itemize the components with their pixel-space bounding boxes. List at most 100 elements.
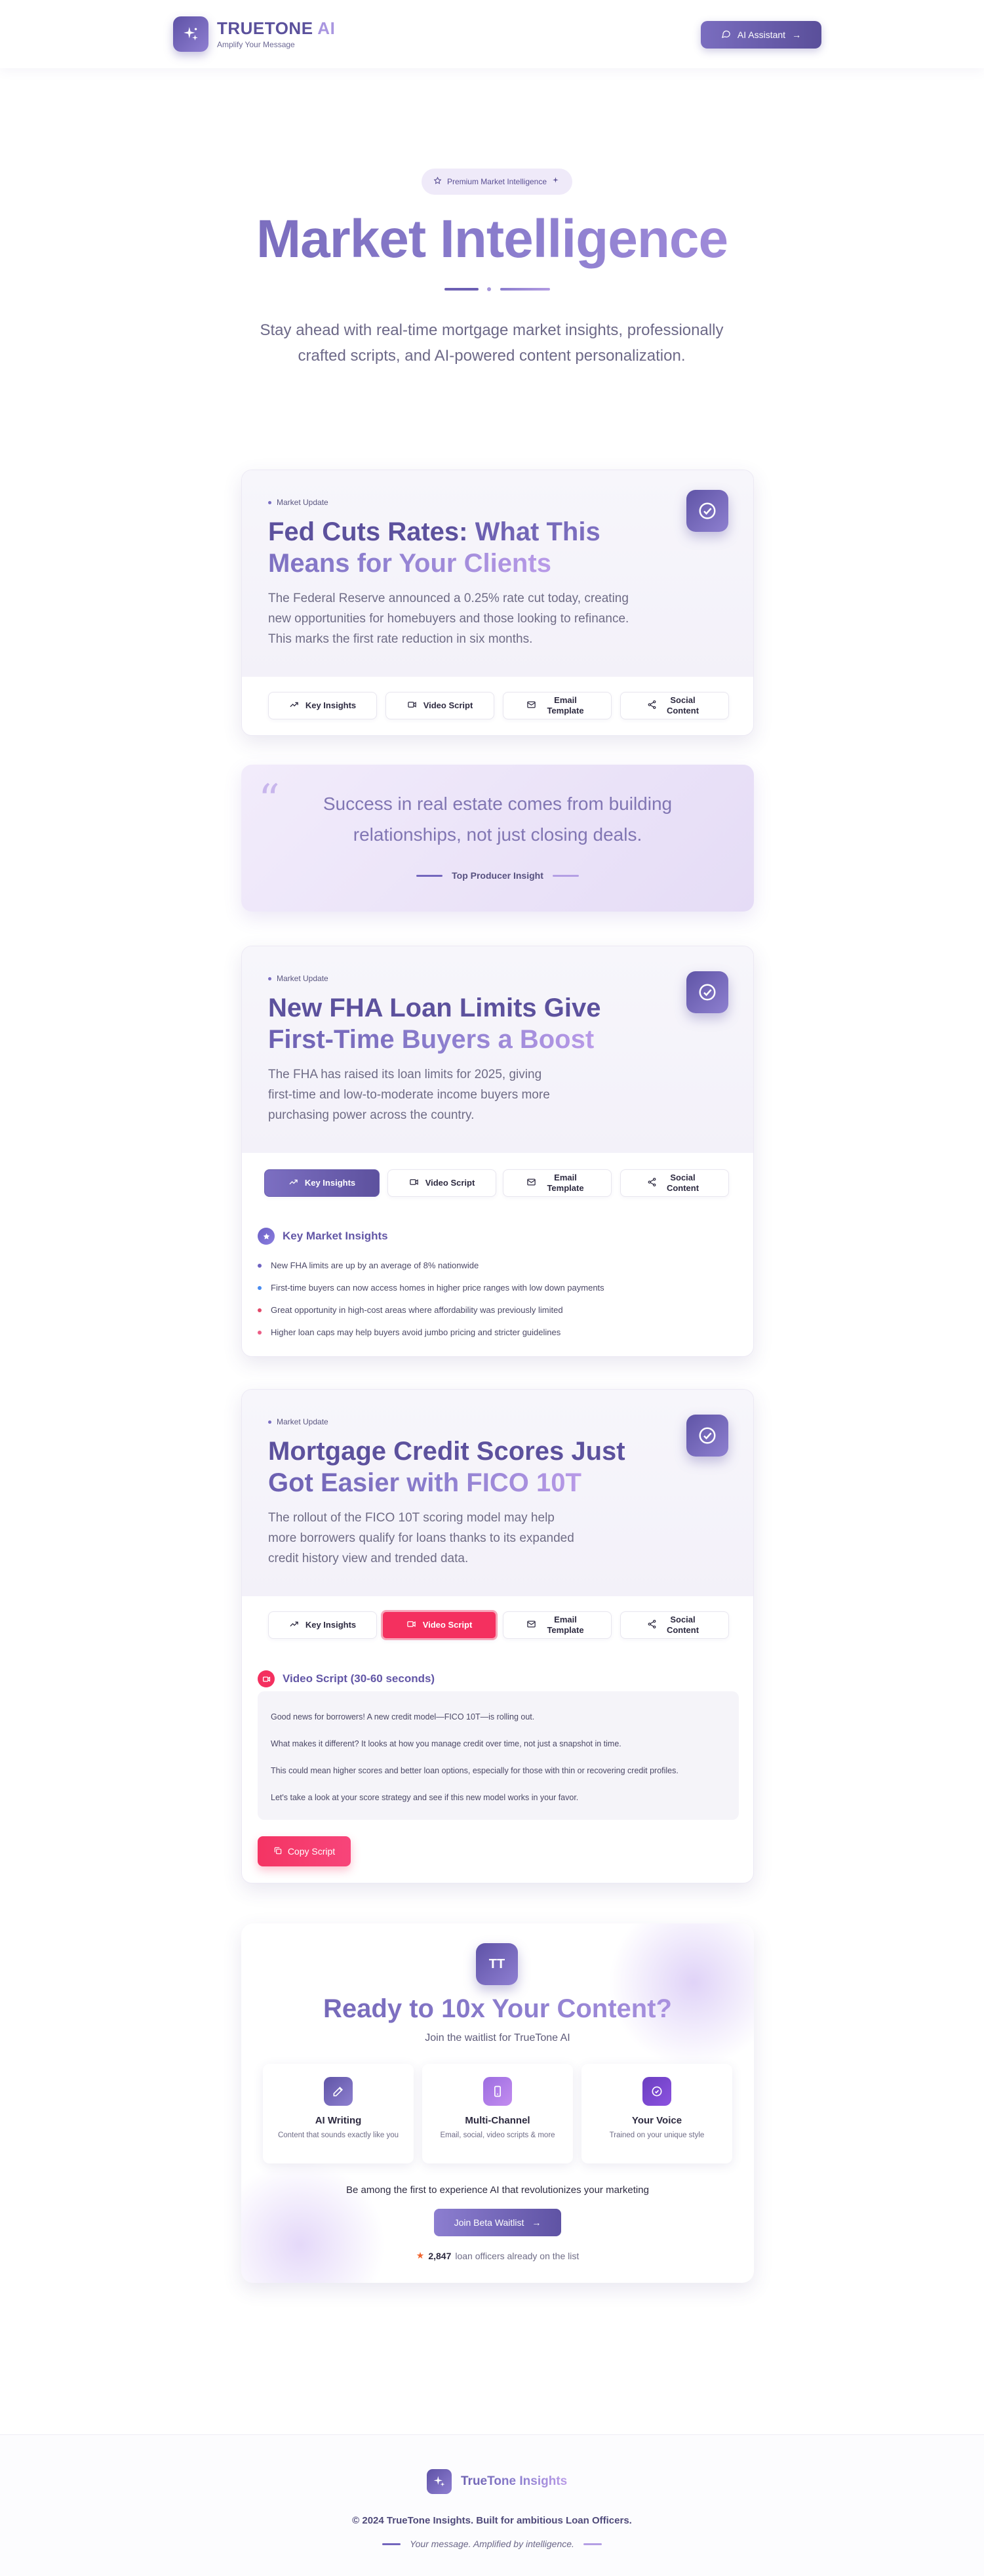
smartphone-icon bbox=[483, 2077, 512, 2106]
decorative-blob bbox=[241, 2160, 385, 2283]
insights-heading-label: Key Market Insights bbox=[283, 1230, 388, 1242]
check-circle-icon[interactable] bbox=[686, 1415, 728, 1457]
feature-your-voice: Your Voice Trained on your unique style bbox=[581, 2064, 732, 2163]
card-title: Fed Cuts Rates: What This Means for Your… bbox=[268, 517, 600, 578]
feature-ai-writing: AI Writing Content that sounds exactly l… bbox=[263, 2064, 414, 2163]
tt-badge: TT bbox=[476, 1943, 518, 1985]
premium-badge-label: Premium Market Intelligence bbox=[446, 177, 547, 186]
card-description: The Federal Reserve announced a 0.25% ra… bbox=[268, 592, 629, 646]
footer-brand[interactable]: TrueTone Insights bbox=[461, 2474, 567, 2489]
tab-social-content[interactable]: Social Content bbox=[620, 1169, 729, 1197]
script-line: This could mean higher scores and better… bbox=[271, 1766, 679, 1775]
top-navbar: TRUETONE AI Amplify Your Message AI Assi… bbox=[0, 0, 984, 68]
tab-social-content[interactable]: Social Content bbox=[620, 692, 729, 719]
tab-social-content[interactable]: Social Content bbox=[620, 1611, 729, 1639]
mail-icon bbox=[526, 1619, 536, 1632]
brand-tagline: Amplify Your Message bbox=[217, 40, 295, 49]
tab-email-template[interactable]: Email Template bbox=[503, 1611, 612, 1639]
waitlist-count: ★ 2,847 loan officers already on the lis… bbox=[241, 2250, 754, 2261]
card-tag-label: Market Update bbox=[277, 974, 328, 983]
trending-up-icon bbox=[288, 1177, 298, 1190]
insight-item: First-time buyers can now access homes i… bbox=[258, 1283, 604, 1293]
arrow-right-icon: → bbox=[532, 2217, 541, 2228]
feature-title: Multi-Channel bbox=[465, 2115, 530, 2126]
cta-subtitle: Join the waitlist for TrueTone AI bbox=[425, 2032, 570, 2043]
star-icon bbox=[433, 176, 442, 187]
join-beta-waitlist-button[interactable]: Join Beta Waitlist → bbox=[434, 2209, 561, 2236]
script-line: Let's take a look at your score strategy… bbox=[271, 1793, 579, 1802]
ai-assistant-button[interactable]: AI Assistant → bbox=[701, 21, 821, 49]
check-circle-icon[interactable] bbox=[686, 971, 728, 1013]
video-script-box[interactable]: Good news for borrowers! A new credit mo… bbox=[258, 1691, 739, 1820]
market-update-card: Market Update New FHA Loan Limits Give F… bbox=[241, 946, 754, 1357]
hero-subtitle: Stay ahead with real-time mortgage marke… bbox=[260, 321, 724, 365]
footer-line-right bbox=[583, 2543, 602, 2545]
feature-description: Content that sounds exactly like you bbox=[277, 2131, 399, 2139]
video-script-heading-label: Video Script (30-60 seconds) bbox=[283, 1672, 435, 1685]
tab-key-insights[interactable]: Key Insights bbox=[268, 1611, 377, 1639]
star-icon bbox=[258, 1228, 275, 1245]
brand-name[interactable]: TRUETONE AI bbox=[217, 18, 335, 39]
hero-title: Market Intelligence bbox=[0, 209, 984, 270]
insight-item: Higher loan caps may help buyers avoid j… bbox=[258, 1327, 561, 1337]
logo-sparkle-icon[interactable] bbox=[173, 16, 208, 52]
card-tag-label: Market Update bbox=[277, 1417, 328, 1426]
bullet-dot bbox=[258, 1285, 262, 1290]
edit-icon bbox=[324, 2077, 353, 2106]
mail-icon bbox=[526, 700, 536, 712]
quote-line-left bbox=[416, 874, 443, 877]
card-title: Mortgage Credit Scores Just Got Easier w… bbox=[268, 1437, 625, 1497]
tab-video-script[interactable]: Video Script bbox=[385, 692, 494, 719]
waitlist-count-number: 2,847 bbox=[428, 2250, 452, 2261]
card-description: The rollout of the FICO 10T scoring mode… bbox=[268, 1511, 574, 1565]
ai-assistant-label: AI Assistant bbox=[737, 30, 786, 40]
video-icon bbox=[409, 1177, 419, 1190]
join-beta-label: Join Beta Waitlist bbox=[454, 2217, 524, 2228]
copy-script-label: Copy Script bbox=[287, 1846, 336, 1857]
star-icon: ★ bbox=[416, 2250, 425, 2261]
footer-logo-sparkle-icon[interactable] bbox=[427, 2469, 452, 2494]
waitlist-count-suffix: loan officers already on the list bbox=[455, 2250, 580, 2261]
share-icon bbox=[647, 700, 657, 712]
footer-tagline-label: Your message. Amplified by intelligence. bbox=[410, 2539, 574, 2549]
tab-key-insights[interactable]: Key Insights bbox=[264, 1169, 380, 1197]
waitlist-cta-card: TT Ready to 10x Your Content? Join the w… bbox=[241, 1923, 754, 2283]
quote-attribution: Top Producer Insight bbox=[241, 870, 754, 881]
check-circle-icon[interactable] bbox=[686, 490, 728, 532]
copy-icon bbox=[273, 1846, 283, 1857]
quote-card: “ Success in real estate comes from buil… bbox=[241, 765, 754, 912]
arrow-right-icon: → bbox=[792, 30, 802, 40]
bullet-dot bbox=[258, 1263, 262, 1268]
cta-pitch: Be among the first to experience AI that… bbox=[346, 2184, 649, 2196]
tab-key-insights[interactable]: Key Insights bbox=[268, 692, 377, 719]
market-update-card: Market Update Mortgage Credit Scores Jus… bbox=[241, 1389, 754, 1883]
tab-video-script[interactable]: Video Script bbox=[381, 1610, 498, 1640]
hero-divider-right bbox=[500, 288, 550, 291]
feature-title: AI Writing bbox=[315, 2115, 362, 2126]
copy-script-button[interactable]: Copy Script bbox=[258, 1836, 351, 1866]
script-line: Good news for borrowers! A new credit mo… bbox=[271, 1712, 535, 1721]
trending-up-icon bbox=[289, 700, 299, 712]
tag-dot bbox=[268, 1420, 271, 1424]
bullet-dot bbox=[258, 1308, 262, 1312]
insight-item: Great opportunity in high-cost areas whe… bbox=[258, 1305, 563, 1315]
feature-title: Your Voice bbox=[631, 2115, 682, 2126]
quote-line-right bbox=[552, 874, 579, 877]
feature-description: Email, social, video scripts & more bbox=[440, 2131, 555, 2139]
quote-text: Success in real estate comes from buildi… bbox=[323, 794, 673, 845]
chat-bubble-icon bbox=[721, 29, 731, 41]
premium-badge: Premium Market Intelligence bbox=[422, 169, 572, 195]
sparkle-icon bbox=[552, 176, 561, 187]
footer: TrueTone Insights © 2024 TrueTone Insigh… bbox=[0, 2434, 984, 2576]
insight-item: New FHA limits are up by an average of 8… bbox=[258, 1260, 479, 1270]
tab-video-script[interactable]: Video Script bbox=[387, 1169, 496, 1197]
tab-email-template[interactable]: Email Template bbox=[503, 692, 612, 719]
feature-multi-channel: Multi-Channel Email, social, video scrip… bbox=[422, 2064, 573, 2163]
cta-title: Ready to 10x Your Content? bbox=[241, 1994, 754, 2024]
card-tag-label: Market Update bbox=[277, 498, 328, 507]
card-tag: Market Update bbox=[268, 498, 328, 507]
tab-email-template[interactable]: Email Template bbox=[503, 1169, 612, 1197]
target-icon bbox=[642, 2077, 671, 2106]
footer-line-left bbox=[382, 2543, 401, 2545]
share-icon bbox=[647, 1619, 657, 1632]
